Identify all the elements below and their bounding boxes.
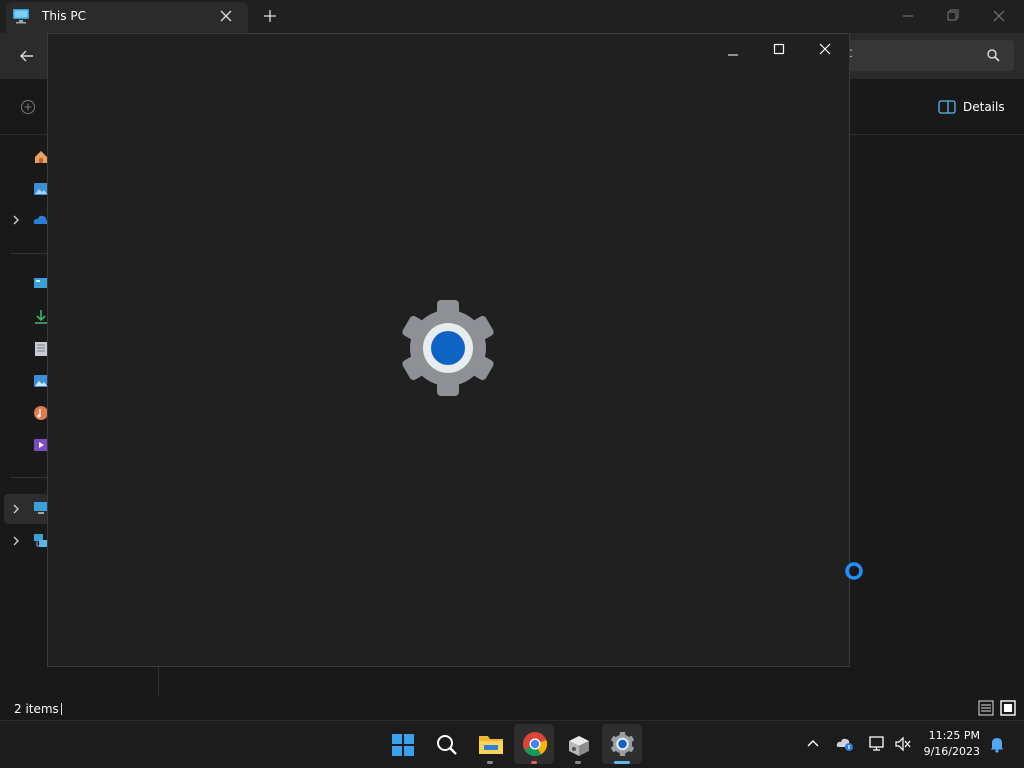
notification-bell-icon[interactable] xyxy=(988,735,1006,753)
restore-icon[interactable] xyxy=(946,8,960,22)
tab-title: This PC xyxy=(42,9,86,23)
chevron-right-icon[interactable] xyxy=(11,213,21,227)
status-item-count: 2 items xyxy=(14,702,59,716)
minimize-icon[interactable] xyxy=(726,48,740,62)
new-item-icon[interactable] xyxy=(20,99,36,115)
status-separator xyxy=(61,703,62,715)
running-indicator xyxy=(487,761,493,764)
windows-logo-icon xyxy=(391,733,415,757)
running-indicator xyxy=(575,761,581,764)
clock-time[interactable]: 11:25 PM xyxy=(918,729,980,742)
chevron-up-icon[interactable] xyxy=(806,737,820,751)
details-view-icon[interactable] xyxy=(978,700,994,716)
details-pane-icon[interactable] xyxy=(938,100,956,114)
running-indicator xyxy=(531,761,537,764)
back-arrow-icon[interactable] xyxy=(18,48,36,64)
search-icon xyxy=(435,733,459,757)
app-box-icon xyxy=(566,733,592,757)
busy-ring-icon xyxy=(843,560,865,582)
chrome-icon xyxy=(522,731,548,757)
clock-date[interactable]: 9/16/2023 xyxy=(918,745,980,758)
chevron-right-icon[interactable] xyxy=(11,534,21,548)
gear-icon xyxy=(398,300,498,396)
close-icon[interactable] xyxy=(991,8,1007,24)
network-status-icon[interactable] xyxy=(868,735,886,753)
monitor-icon xyxy=(12,8,30,24)
close-icon[interactable] xyxy=(818,42,832,56)
nav-divider xyxy=(10,253,48,254)
active-indicator xyxy=(614,761,630,764)
new-tab-icon[interactable] xyxy=(262,8,278,24)
folder-icon xyxy=(478,733,504,755)
nav-divider xyxy=(10,477,48,478)
volume-muted-icon[interactable] xyxy=(894,736,912,752)
tab-close-icon[interactable] xyxy=(218,8,234,24)
search-icon[interactable] xyxy=(986,48,1000,62)
details-button[interactable]: Details xyxy=(963,100,1005,114)
tiles-view-icon[interactable] xyxy=(1000,700,1016,716)
pane-splitter[interactable] xyxy=(158,665,159,695)
onedrive-status-icon[interactable] xyxy=(836,736,854,752)
chevron-right-icon[interactable] xyxy=(11,502,21,516)
maximize-icon[interactable] xyxy=(773,43,785,55)
minimize-icon[interactable] xyxy=(901,9,915,23)
gear-icon xyxy=(610,732,635,756)
